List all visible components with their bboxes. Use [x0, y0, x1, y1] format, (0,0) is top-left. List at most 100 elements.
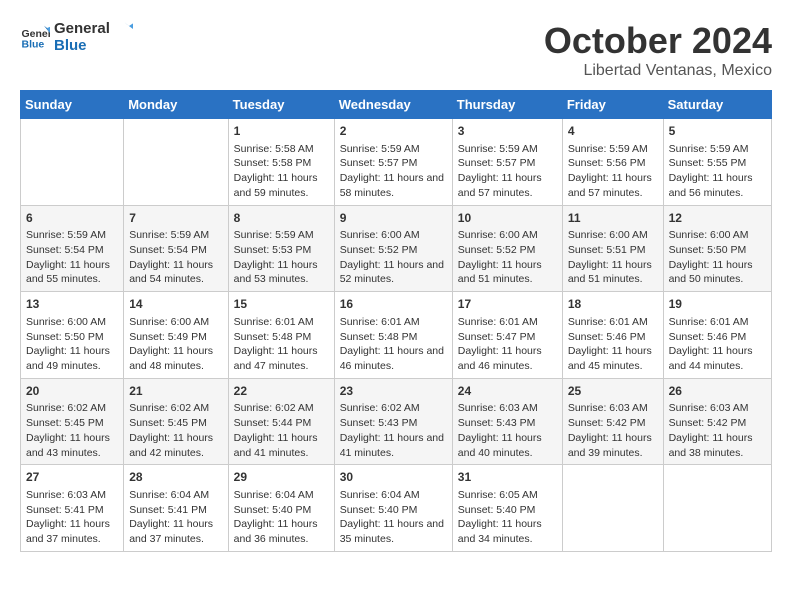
day-info: Sunset: 5:42 PM: [669, 416, 766, 431]
day-info: Daylight: 11 hours and 38 minutes.: [669, 431, 766, 460]
day-info: Sunrise: 6:01 AM: [340, 315, 447, 330]
day-info: Daylight: 11 hours and 40 minutes.: [458, 431, 557, 460]
day-info: Sunset: 5:50 PM: [669, 243, 766, 258]
calendar-cell: 12Sunrise: 6:00 AMSunset: 5:50 PMDayligh…: [663, 205, 771, 292]
weekday-header-row: SundayMondayTuesdayWednesdayThursdayFrid…: [21, 91, 772, 119]
calendar-cell: 11Sunrise: 6:00 AMSunset: 5:51 PMDayligh…: [562, 205, 663, 292]
calendar-cell: 18Sunrise: 6:01 AMSunset: 5:46 PMDayligh…: [562, 292, 663, 379]
calendar-cell: 17Sunrise: 6:01 AMSunset: 5:47 PMDayligh…: [452, 292, 562, 379]
day-info: Sunset: 5:48 PM: [234, 330, 329, 345]
calendar-cell: [124, 119, 228, 206]
calendar-cell: 10Sunrise: 6:00 AMSunset: 5:52 PMDayligh…: [452, 205, 562, 292]
day-info: Daylight: 11 hours and 54 minutes.: [129, 258, 222, 287]
day-info: Sunrise: 6:02 AM: [129, 401, 222, 416]
day-info: Daylight: 11 hours and 55 minutes.: [26, 258, 118, 287]
day-number: 19: [669, 296, 766, 313]
day-info: Daylight: 11 hours and 43 minutes.: [26, 431, 118, 460]
calendar-cell: 4Sunrise: 5:59 AMSunset: 5:56 PMDaylight…: [562, 119, 663, 206]
logo-icon: General Blue: [20, 22, 50, 52]
calendar-cell: 22Sunrise: 6:02 AMSunset: 5:44 PMDayligh…: [228, 378, 334, 465]
day-info: Daylight: 11 hours and 48 minutes.: [129, 344, 222, 373]
day-info: Sunrise: 6:00 AM: [26, 315, 118, 330]
calendar-cell: 1Sunrise: 5:58 AMSunset: 5:58 PMDaylight…: [228, 119, 334, 206]
weekday-header: Sunday: [21, 91, 124, 119]
day-number: 2: [340, 123, 447, 140]
calendar-cell: 19Sunrise: 6:01 AMSunset: 5:46 PMDayligh…: [663, 292, 771, 379]
day-info: Daylight: 11 hours and 57 minutes.: [568, 171, 658, 200]
day-info: Sunset: 5:41 PM: [26, 503, 118, 518]
calendar-cell: 8Sunrise: 5:59 AMSunset: 5:53 PMDaylight…: [228, 205, 334, 292]
day-info: Sunrise: 5:59 AM: [234, 228, 329, 243]
day-info: Sunset: 5:40 PM: [458, 503, 557, 518]
day-info: Sunrise: 5:59 AM: [669, 142, 766, 157]
calendar-cell: 20Sunrise: 6:02 AMSunset: 5:45 PMDayligh…: [21, 378, 124, 465]
day-info: Sunrise: 6:02 AM: [234, 401, 329, 416]
day-info: Sunset: 5:57 PM: [340, 156, 447, 171]
day-info: Daylight: 11 hours and 37 minutes.: [129, 517, 222, 546]
day-number: 16: [340, 296, 447, 313]
weekday-header: Tuesday: [228, 91, 334, 119]
weekday-header: Wednesday: [334, 91, 452, 119]
day-number: 24: [458, 383, 557, 400]
day-info: Daylight: 11 hours and 58 minutes.: [340, 171, 447, 200]
calendar-cell: 23Sunrise: 6:02 AMSunset: 5:43 PMDayligh…: [334, 378, 452, 465]
day-info: Sunset: 5:48 PM: [340, 330, 447, 345]
day-info: Sunset: 5:55 PM: [669, 156, 766, 171]
day-number: 5: [669, 123, 766, 140]
logo: General Blue General Blue: [20, 20, 133, 55]
calendar-cell: 31Sunrise: 6:05 AMSunset: 5:40 PMDayligh…: [452, 465, 562, 552]
day-info: Daylight: 11 hours and 49 minutes.: [26, 344, 118, 373]
day-info: Sunrise: 6:01 AM: [458, 315, 557, 330]
day-info: Sunrise: 6:00 AM: [568, 228, 658, 243]
calendar-cell: 13Sunrise: 6:00 AMSunset: 5:50 PMDayligh…: [21, 292, 124, 379]
calendar-cell: 6Sunrise: 5:59 AMSunset: 5:54 PMDaylight…: [21, 205, 124, 292]
calendar-week-row: 6Sunrise: 5:59 AMSunset: 5:54 PMDaylight…: [21, 205, 772, 292]
day-info: Sunrise: 6:00 AM: [129, 315, 222, 330]
day-info: Daylight: 11 hours and 39 minutes.: [568, 431, 658, 460]
day-info: Sunset: 5:43 PM: [458, 416, 557, 431]
day-info: Sunrise: 5:59 AM: [458, 142, 557, 157]
calendar-table: SundayMondayTuesdayWednesdayThursdayFrid…: [20, 90, 772, 552]
day-info: Sunrise: 6:00 AM: [458, 228, 557, 243]
weekday-header: Saturday: [663, 91, 771, 119]
day-info: Daylight: 11 hours and 36 minutes.: [234, 517, 329, 546]
day-number: 22: [234, 383, 329, 400]
calendar-cell: [562, 465, 663, 552]
day-info: Daylight: 11 hours and 44 minutes.: [669, 344, 766, 373]
day-info: Sunset: 5:46 PM: [669, 330, 766, 345]
weekday-header: Friday: [562, 91, 663, 119]
day-info: Sunset: 5:58 PM: [234, 156, 329, 171]
day-info: Sunset: 5:40 PM: [234, 503, 329, 518]
page-header: General Blue General Blue October 2024 L…: [20, 20, 772, 80]
day-info: Daylight: 11 hours and 41 minutes.: [234, 431, 329, 460]
calendar-cell: 3Sunrise: 5:59 AMSunset: 5:57 PMDaylight…: [452, 119, 562, 206]
calendar-cell: 25Sunrise: 6:03 AMSunset: 5:42 PMDayligh…: [562, 378, 663, 465]
weekday-header: Monday: [124, 91, 228, 119]
calendar-cell: 14Sunrise: 6:00 AMSunset: 5:49 PMDayligh…: [124, 292, 228, 379]
day-number: 30: [340, 469, 447, 486]
day-number: 11: [568, 210, 658, 227]
day-info: Daylight: 11 hours and 51 minutes.: [458, 258, 557, 287]
day-number: 8: [234, 210, 329, 227]
calendar-cell: 9Sunrise: 6:00 AMSunset: 5:52 PMDaylight…: [334, 205, 452, 292]
day-info: Sunset: 5:45 PM: [129, 416, 222, 431]
day-number: 31: [458, 469, 557, 486]
svg-text:Blue: Blue: [22, 39, 45, 51]
calendar-cell: 21Sunrise: 6:02 AMSunset: 5:45 PMDayligh…: [124, 378, 228, 465]
day-info: Daylight: 11 hours and 42 minutes.: [129, 431, 222, 460]
calendar-cell: 5Sunrise: 5:59 AMSunset: 5:55 PMDaylight…: [663, 119, 771, 206]
day-number: 14: [129, 296, 222, 313]
day-number: 6: [26, 210, 118, 227]
day-info: Daylight: 11 hours and 41 minutes.: [340, 431, 447, 460]
day-info: Daylight: 11 hours and 53 minutes.: [234, 258, 329, 287]
day-number: 4: [568, 123, 658, 140]
day-info: Sunrise: 6:03 AM: [669, 401, 766, 416]
day-info: Daylight: 11 hours and 34 minutes.: [458, 517, 557, 546]
day-info: Sunset: 5:52 PM: [458, 243, 557, 258]
day-info: Sunrise: 5:59 AM: [26, 228, 118, 243]
day-number: 15: [234, 296, 329, 313]
day-info: Sunrise: 6:03 AM: [458, 401, 557, 416]
day-info: Daylight: 11 hours and 46 minutes.: [340, 344, 447, 373]
day-info: Sunset: 5:42 PM: [568, 416, 658, 431]
day-info: Sunrise: 6:02 AM: [340, 401, 447, 416]
